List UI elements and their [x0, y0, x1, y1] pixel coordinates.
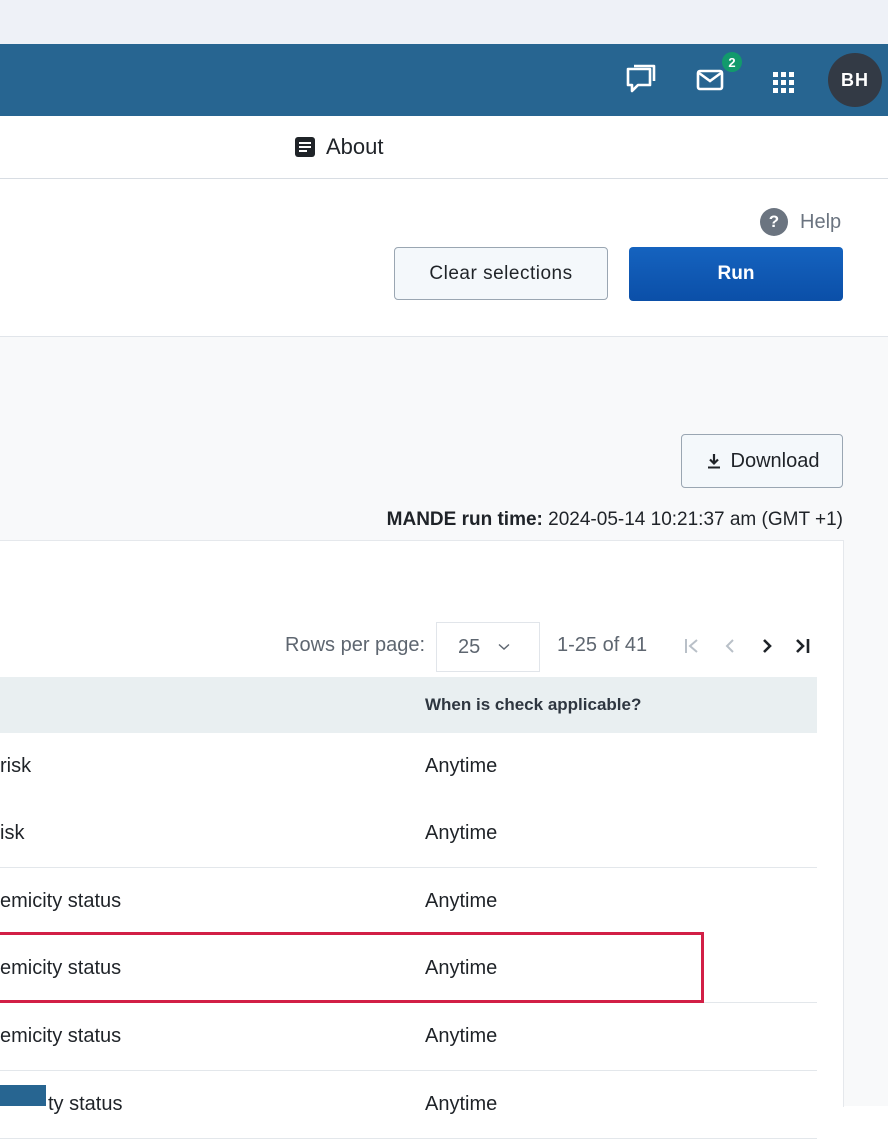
when-applicable-cell: Anytime	[425, 1093, 498, 1115]
check-name-cell: risk	[0, 755, 32, 777]
when-applicable-cell: Anytime	[425, 755, 498, 777]
about-link[interactable]: About	[294, 134, 384, 160]
user-avatar[interactable]: BH	[828, 53, 882, 107]
column-header-when-applicable[interactable]: When is check applicable?	[425, 695, 641, 715]
when-applicable-cell: Anytime	[425, 890, 498, 912]
rows-per-page-value: 25	[458, 635, 481, 658]
when-applicable-cell: Anytime	[425, 1025, 498, 1047]
check-name-cell: isk	[0, 822, 25, 844]
clear-selections-button[interactable]: Clear selections	[394, 247, 608, 300]
check-name-cell: emicity status	[0, 890, 122, 912]
document-icon	[295, 137, 315, 157]
when-applicable-cell: Anytime	[425, 822, 498, 844]
table-row[interactable]: emicity status Anytime	[0, 868, 817, 936]
rows-per-page-label: Rows per page:	[285, 634, 426, 656]
page-range: 1-25 of 41	[557, 634, 648, 656]
download-icon	[707, 454, 720, 469]
top-panel	[0, 0, 866, 46]
table-row[interactable]: isk Anytime	[0, 800, 817, 868]
rows-per-page-select[interactable]: 25	[436, 622, 540, 672]
app-header	[0, 44, 888, 116]
run-time: MANDE run time: 2024-05-14 10:21:37 am (…	[387, 509, 843, 531]
first-page-icon[interactable]	[682, 636, 702, 656]
highlighted-row-outline	[0, 932, 704, 1003]
run-time-label: MANDE run time:	[386, 509, 543, 530]
apps-grid-icon[interactable]	[766, 62, 802, 98]
table-row[interactable]: risk Anytime	[0, 733, 817, 801]
browser-top-strip	[0, 0, 888, 46]
help-link[interactable]: ? Help	[760, 208, 841, 236]
question-icon: ?	[760, 208, 788, 236]
nav-bar: About	[0, 116, 888, 179]
table-header: When is check applicable?	[0, 677, 817, 734]
overlay-chip	[0, 1085, 46, 1106]
about-label: About	[326, 134, 384, 159]
last-page-icon[interactable]	[793, 636, 813, 656]
previous-page-icon[interactable]	[720, 636, 740, 656]
run-time-value: 2024-05-14 10:21:37 am (GMT +1)	[548, 509, 843, 530]
table-pagination: Rows per page: 25 1-25 of 41	[0, 620, 843, 672]
download-button[interactable]: Download	[681, 434, 843, 488]
next-page-icon[interactable]	[757, 636, 777, 656]
run-button[interactable]: Run	[629, 247, 843, 301]
chevron-down-icon	[498, 643, 510, 650]
help-label: Help	[800, 210, 842, 233]
table-row[interactable]: emicity status Anytime	[0, 1003, 817, 1071]
table-row[interactable]: ty status Anytime	[0, 1071, 817, 1139]
check-name-cell: emicity status	[0, 1025, 122, 1047]
mail-count-badge: 2	[722, 52, 742, 72]
download-label: Download	[730, 449, 820, 472]
chat-icon[interactable]	[623, 62, 659, 98]
check-name-cell: ty status	[48, 1093, 123, 1115]
